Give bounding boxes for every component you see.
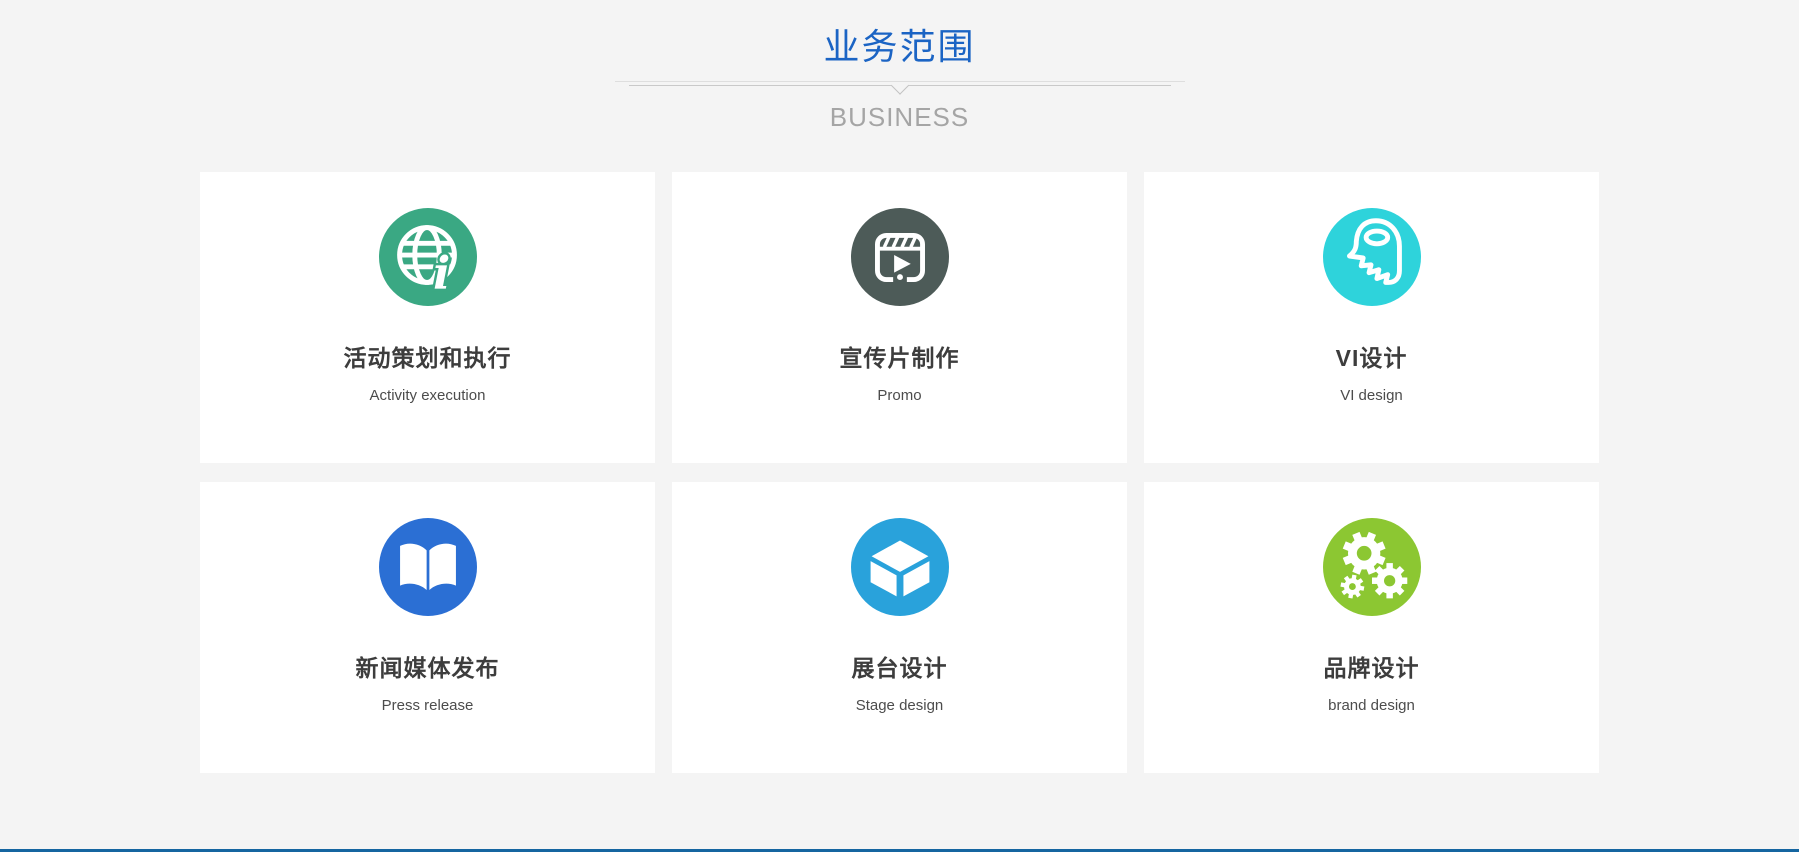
- business-section: 业务范围 BUSINESS i 活动策划和执行 Activity executi…: [0, 0, 1799, 852]
- business-card-3[interactable]: VI设计 VI design: [1144, 172, 1599, 463]
- chevron-down-icon: [890, 76, 908, 94]
- business-card-5[interactable]: 展台设计 Stage design: [672, 482, 1127, 773]
- section-header: 业务范围 BUSINESS: [0, 0, 1799, 172]
- page-subtitle: BUSINESS: [0, 104, 1799, 130]
- card-title: 展台设计: [672, 649, 1127, 683]
- divider-line-outer: [615, 81, 1185, 82]
- business-card-2[interactable]: 宣传片制作 Promo: [672, 172, 1127, 463]
- card-subtitle: brand design: [1144, 697, 1599, 714]
- head-idea-icon: [1323, 208, 1421, 306]
- card-subtitle: Promo: [672, 387, 1127, 404]
- business-card-4[interactable]: 新闻媒体发布 Press release: [200, 482, 655, 773]
- page-title: 业务范围: [0, 25, 1799, 68]
- card-title: 品牌设计: [1144, 649, 1599, 683]
- card-subtitle: VI design: [1144, 387, 1599, 404]
- business-card-1[interactable]: i 活动策划和执行 Activity execution: [200, 172, 655, 463]
- clapperboard-play-icon: [851, 208, 949, 306]
- business-grid: i 活动策划和执行 Activity execution 宣传片制作 Promo…: [200, 172, 1599, 773]
- card-title: VI设计: [1144, 339, 1599, 373]
- card-title: 新闻媒体发布: [200, 649, 655, 683]
- card-subtitle: Stage design: [672, 697, 1127, 714]
- card-subtitle: Press release: [200, 697, 655, 714]
- svg-text:i: i: [433, 246, 450, 299]
- gears-icon: [1323, 518, 1421, 616]
- card-subtitle: Activity execution: [200, 387, 655, 404]
- card-title: 宣传片制作: [672, 339, 1127, 373]
- business-card-6[interactable]: 品牌设计 brand design: [1144, 482, 1599, 773]
- open-book-icon: [379, 518, 477, 616]
- title-divider: [615, 81, 1185, 96]
- globe-info-icon: i: [379, 208, 477, 306]
- cube-icon: [851, 518, 949, 616]
- card-title: 活动策划和执行: [200, 339, 655, 373]
